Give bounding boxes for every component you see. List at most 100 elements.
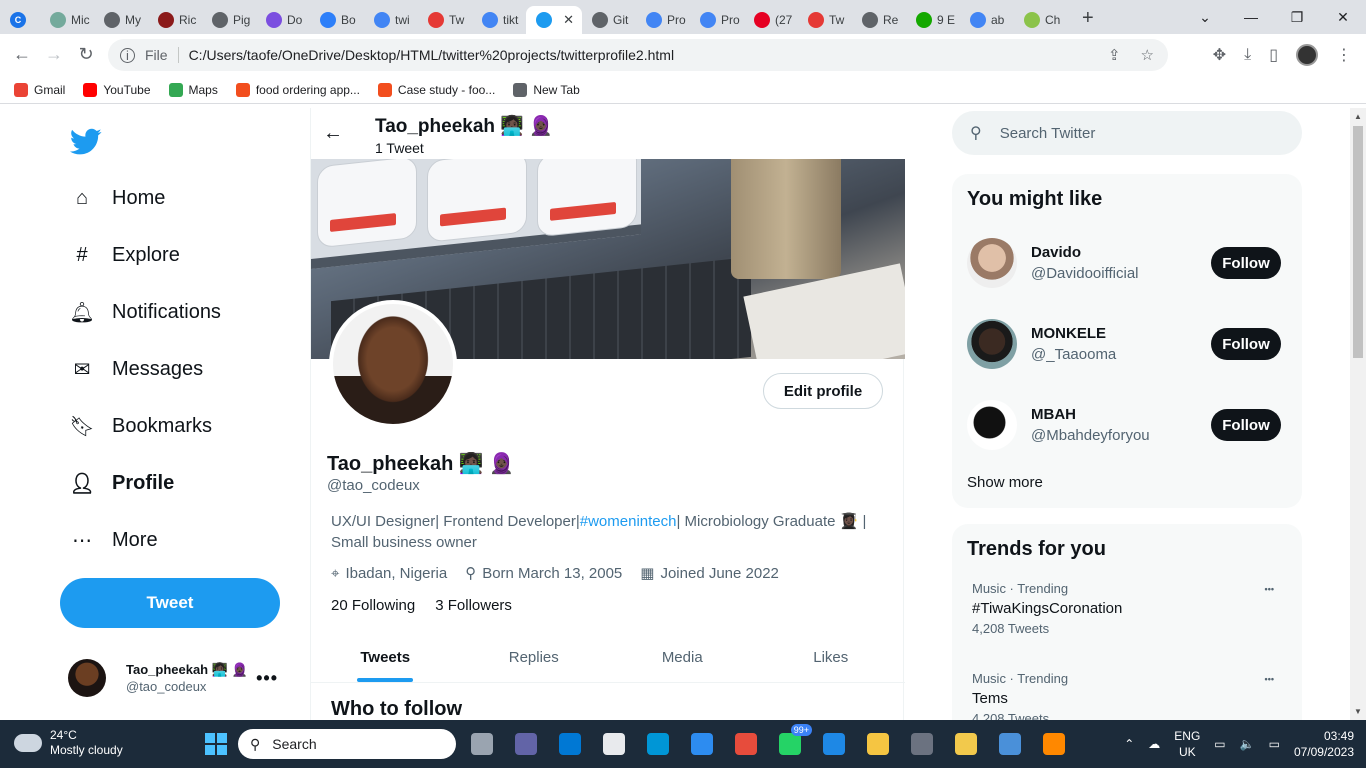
new-tab-button[interactable]: + [1082, 7, 1094, 30]
browser-tab[interactable]: Pro [690, 6, 744, 34]
clock[interactable]: 03:49 07/09/2023 [1294, 728, 1354, 760]
language-indicator[interactable]: ENG UK [1174, 728, 1200, 760]
close-tab-icon[interactable]: ✕ [563, 12, 574, 28]
minimize-button[interactable]: — [1228, 9, 1274, 25]
chrome-app[interactable] [596, 726, 632, 762]
browser-tab[interactable]: My [94, 6, 148, 34]
more-dots-icon[interactable]: ••• [1265, 670, 1274, 688]
scroll-down-icon[interactable]: ▼ [1354, 707, 1362, 716]
bookmark-item[interactable]: New Tab [513, 82, 580, 97]
office-app[interactable] [728, 726, 764, 762]
tab-replies[interactable]: Replies [460, 633, 609, 682]
task-view-app[interactable] [464, 726, 500, 762]
tab-media[interactable]: Media [608, 633, 757, 682]
scrollbar-thumb[interactable] [1353, 126, 1363, 358]
help-app[interactable] [816, 726, 852, 762]
bookmark-item[interactable]: Gmail [14, 82, 65, 97]
follow-button[interactable]: Follow [1211, 328, 1281, 360]
followers-link[interactable]: 3 Followers [435, 597, 512, 614]
more-dots-icon[interactable]: ••• [256, 668, 278, 689]
browser-tab[interactable]: twi [364, 6, 418, 34]
nav-item-home[interactable]: ⌂ Home [72, 187, 165, 210]
browser-tab[interactable]: Git [582, 6, 636, 34]
more-dots-icon[interactable]: ••• [1265, 580, 1274, 598]
browser-tab[interactable]: Pig [202, 6, 256, 34]
browser-tab[interactable]: ✕ [526, 6, 582, 34]
profile-avatar[interactable] [1296, 44, 1318, 66]
extensions-icon[interactable]: ✥ [1213, 45, 1226, 65]
vscode-app[interactable] [552, 726, 588, 762]
browser-tab[interactable]: (27 [744, 6, 798, 34]
browser-tab[interactable]: Ch [1014, 6, 1068, 34]
show-more-link[interactable]: Show more [967, 474, 1043, 491]
paint-app[interactable] [992, 726, 1028, 762]
tab-search-icon[interactable]: ⌄ [1182, 9, 1228, 26]
close-window-button[interactable]: ✕ [1320, 9, 1366, 26]
trend-item[interactable]: Music · Trending Tems 4,208 Tweets ••• [972, 670, 1282, 720]
tweet-button[interactable]: Tweet [60, 578, 280, 628]
teams-app[interactable] [508, 726, 544, 762]
browser-tab[interactable]: ab [960, 6, 1014, 34]
menu-icon[interactable]: ⋮ [1336, 45, 1352, 65]
scroll-up-icon[interactable]: ▲ [1354, 112, 1362, 121]
bookmark-item[interactable]: Case study - foo... [377, 82, 495, 97]
browser-tab[interactable]: Bo [310, 6, 364, 34]
browser-tab[interactable]: Re [852, 6, 906, 34]
forward-button[interactable]: → [38, 44, 70, 65]
edit-profile-button[interactable]: Edit profile [763, 373, 883, 409]
hp-app[interactable] [640, 726, 676, 762]
follow-button[interactable]: Follow [1211, 247, 1281, 279]
display-icon[interactable]: ▭ [1214, 737, 1225, 751]
reload-button[interactable]: ↻ [70, 44, 102, 65]
browser-tab[interactable]: Do [256, 6, 310, 34]
bookmark-item[interactable]: food ordering app... [235, 82, 360, 97]
account-switcher[interactable]: Tao_pheekah 👩🏿‍💻 🧕🏿 @tao_codeux ••• [68, 656, 298, 700]
nav-item-profile[interactable]: 👤︎ Profile [69, 472, 174, 495]
tab-tweets[interactable]: Tweets [311, 633, 460, 682]
star-icon[interactable]: ☆ [1141, 46, 1154, 64]
search-input[interactable]: ⚲ Search Twitter [952, 111, 1302, 155]
bookmark-item[interactable]: YouTube [83, 82, 151, 97]
address-bar[interactable]: i File C:/Users/taofe/OneDrive/Desktop/H… [108, 39, 1168, 71]
browser-tab[interactable]: tikt [472, 6, 526, 34]
volume-icon[interactable]: 🔈 [1240, 737, 1255, 751]
page-scrollbar[interactable]: ▲ ▼ [1350, 108, 1366, 720]
suggestion-item[interactable]: MBAH @Mbahdeyforyou Follow [967, 397, 1287, 453]
back-button[interactable]: ← [6, 44, 38, 65]
twitter-logo-icon[interactable] [70, 128, 102, 156]
calculator-app[interactable] [904, 726, 940, 762]
browser-tab[interactable]: Tw [418, 6, 472, 34]
browser-tab[interactable]: Pro [636, 6, 690, 34]
nav-item-notifications[interactable]: 🔔︎ Notifications [69, 301, 221, 324]
weather-widget[interactable]: 24°C Mostly cloudy [14, 728, 123, 758]
browser-tab[interactable]: Tw [798, 6, 852, 34]
trend-item[interactable]: Music · Trending #TiwaKingsCoronation 4,20… [972, 580, 1282, 638]
chevron-up-icon[interactable]: ⌃ [1124, 737, 1134, 751]
whatsapp-app[interactable]: 99+ [772, 724, 812, 762]
profile-avatar[interactable] [329, 300, 457, 428]
start-button[interactable] [198, 726, 234, 762]
back-arrow-icon[interactable]: ← [323, 122, 343, 145]
share-icon[interactable]: ⇪ [1108, 46, 1121, 64]
following-link[interactable]: 20 Following [331, 597, 415, 614]
vlc-app[interactable] [1036, 726, 1072, 762]
suggestion-item[interactable]: MONKELE @_Taaooma Follow [967, 316, 1287, 372]
restore-button[interactable]: ❐ [1274, 9, 1320, 26]
bio-hashtag-link[interactable]: #womenintech [580, 513, 677, 530]
bookmark-item[interactable]: Maps [168, 82, 218, 97]
store-app[interactable] [684, 726, 720, 762]
onedrive-icon[interactable]: ☁ [1148, 737, 1160, 751]
browser-tab[interactable]: Ric [148, 6, 202, 34]
browser-tab[interactable]: Mic [40, 6, 94, 34]
tab-likes[interactable]: Likes [757, 633, 906, 682]
suggestion-item[interactable]: Davido @Davidooifficial Follow [967, 235, 1287, 291]
taskbar-search[interactable]: ⚲ Search [238, 729, 456, 759]
nav-item-messages[interactable]: ✉ Messages [72, 358, 204, 381]
side-panel-icon[interactable]: ▯ [1269, 45, 1278, 65]
nav-item-explore[interactable]: # Explore [72, 244, 179, 267]
nav-item-more[interactable]: ⋯ More [72, 529, 158, 552]
browser-tab[interactable]: C [0, 6, 40, 34]
info-icon[interactable]: i [120, 47, 135, 63]
nav-item-bookmarks[interactable]: 🔖︎ Bookmarks [69, 415, 212, 438]
file-explorer-app[interactable] [860, 726, 896, 762]
